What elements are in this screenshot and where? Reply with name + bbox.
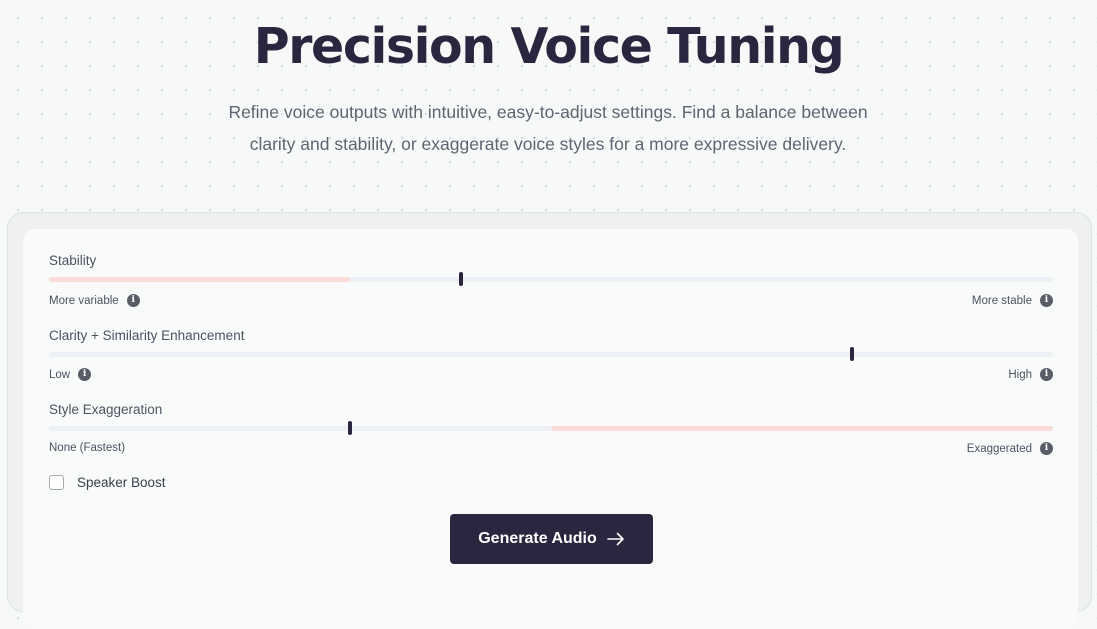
style-exaggeration-min-label: None (Fastest)	[49, 442, 126, 454]
stability-max: More stable i	[972, 294, 1053, 307]
page-title: Precision Voice Tuning	[253, 18, 845, 75]
speaker-boost-checkbox[interactable]	[49, 475, 64, 490]
stability-min: More variable i	[49, 294, 140, 307]
style-exaggeration-slider[interactable]	[49, 421, 1053, 435]
generate-audio-button[interactable]: Generate Audio	[450, 514, 653, 564]
style-exaggeration-slider-fill	[551, 426, 1053, 431]
arrow-right-icon	[606, 532, 624, 546]
style-exaggeration-min: None (Fastest)	[49, 442, 125, 454]
clarity-min: Low i	[49, 368, 92, 381]
subtitle-line-2: clarity and stability, or exaggerate voi…	[249, 134, 847, 154]
info-icon[interactable]: i	[1040, 294, 1053, 307]
style-exaggeration-max: Exaggerated i	[967, 442, 1053, 455]
stability-slider[interactable]	[49, 272, 1053, 286]
info-icon[interactable]: i	[126, 294, 140, 307]
style-exaggeration-slider-thumb[interactable]	[348, 421, 353, 435]
speaker-boost-label: Speaker Boost	[77, 475, 166, 490]
settings-card: Stability More variable i More stable i …	[23, 229, 1078, 629]
clarity-label: Clarity + Similarity Enhancement	[49, 328, 245, 343]
clarity-max: High i	[1008, 368, 1053, 381]
settings-panel: Stability More variable i More stable i …	[7, 212, 1092, 629]
stability-max-label: More stable	[971, 294, 1032, 307]
info-icon[interactable]: i	[1040, 368, 1053, 381]
clarity-min-label: Low	[49, 368, 71, 381]
generate-audio-label: Generate Audio	[478, 530, 597, 547]
speaker-boost-toggle[interactable]: Speaker Boost	[49, 475, 166, 490]
stability-min-label: More variable	[49, 294, 119, 307]
stability-slider-fill	[49, 277, 351, 282]
stability-label: Stability	[49, 253, 97, 268]
stability-slider-thumb[interactable]	[458, 272, 463, 286]
subtitle-line-1: Refine voice outputs with intuitive, eas…	[228, 102, 868, 122]
clarity-slider-thumb[interactable]	[850, 347, 855, 361]
clarity-max-label: High	[1008, 368, 1032, 381]
style-exaggeration-max-label: Exaggerated	[966, 442, 1032, 455]
info-icon[interactable]: i	[1040, 442, 1053, 455]
info-icon[interactable]: i	[78, 368, 92, 381]
page-subtitle: Refine voice outputs with intuitive, eas…	[198, 96, 898, 160]
style-exaggeration-label: Style Exaggeration	[49, 402, 163, 417]
clarity-slider[interactable]	[49, 347, 1053, 361]
